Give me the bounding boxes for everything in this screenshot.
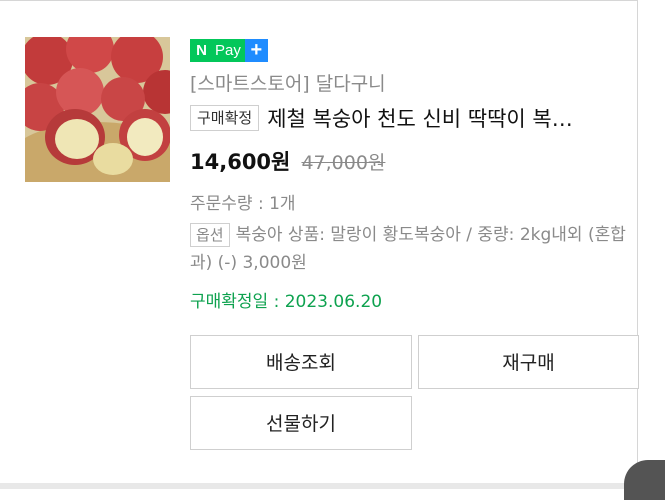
plus-icon: + xyxy=(244,39,268,62)
option-badge: 옵션 xyxy=(190,223,230,247)
product-title[interactable]: 제철 복숭아 천도 신비 딱딱이 복… xyxy=(267,103,573,133)
naver-n-icon: N xyxy=(190,39,213,62)
option-info: 옵션 복숭아 상품: 말랑이 황도복숭아 / 중량: 2kg내외 (혼합과) (-… xyxy=(190,221,638,277)
order-card: N Pay + [스마트스토어] 달다구니 구매확정 제철 복숭아 천도 신비 … xyxy=(0,0,639,483)
sale-price: 14,600원 xyxy=(190,150,291,174)
floating-button-edge[interactable] xyxy=(624,460,665,500)
section-divider xyxy=(0,483,665,489)
original-price: 47,000원 xyxy=(301,152,386,174)
order-quantity: 주문수량 : 1개 xyxy=(190,194,296,214)
status-badge: 구매확정 xyxy=(190,105,260,131)
rebuy-button[interactable]: 재구매 xyxy=(418,335,639,389)
store-name[interactable]: [스마트스토어] 달다구니 xyxy=(190,69,386,96)
product-title-row[interactable]: 구매확정 제철 복숭아 천도 신비 딱딱이 복… xyxy=(190,103,635,133)
naver-pay-badge: N Pay + xyxy=(190,39,268,62)
track-delivery-button[interactable]: 배송조회 xyxy=(190,335,412,389)
product-thumbnail[interactable] xyxy=(25,37,170,182)
confirm-date: 구매확정일 : 2023.06.20 xyxy=(190,292,383,312)
pay-label: Pay xyxy=(213,39,245,62)
gift-button[interactable]: 선물하기 xyxy=(190,396,412,450)
peach-image xyxy=(25,37,170,182)
option-text: 복숭아 상품: 말랑이 황도복숭아 / 중량: 2kg내외 (혼합과) (-) … xyxy=(190,225,626,273)
price-row: 14,600원 47,000원 xyxy=(190,146,385,176)
